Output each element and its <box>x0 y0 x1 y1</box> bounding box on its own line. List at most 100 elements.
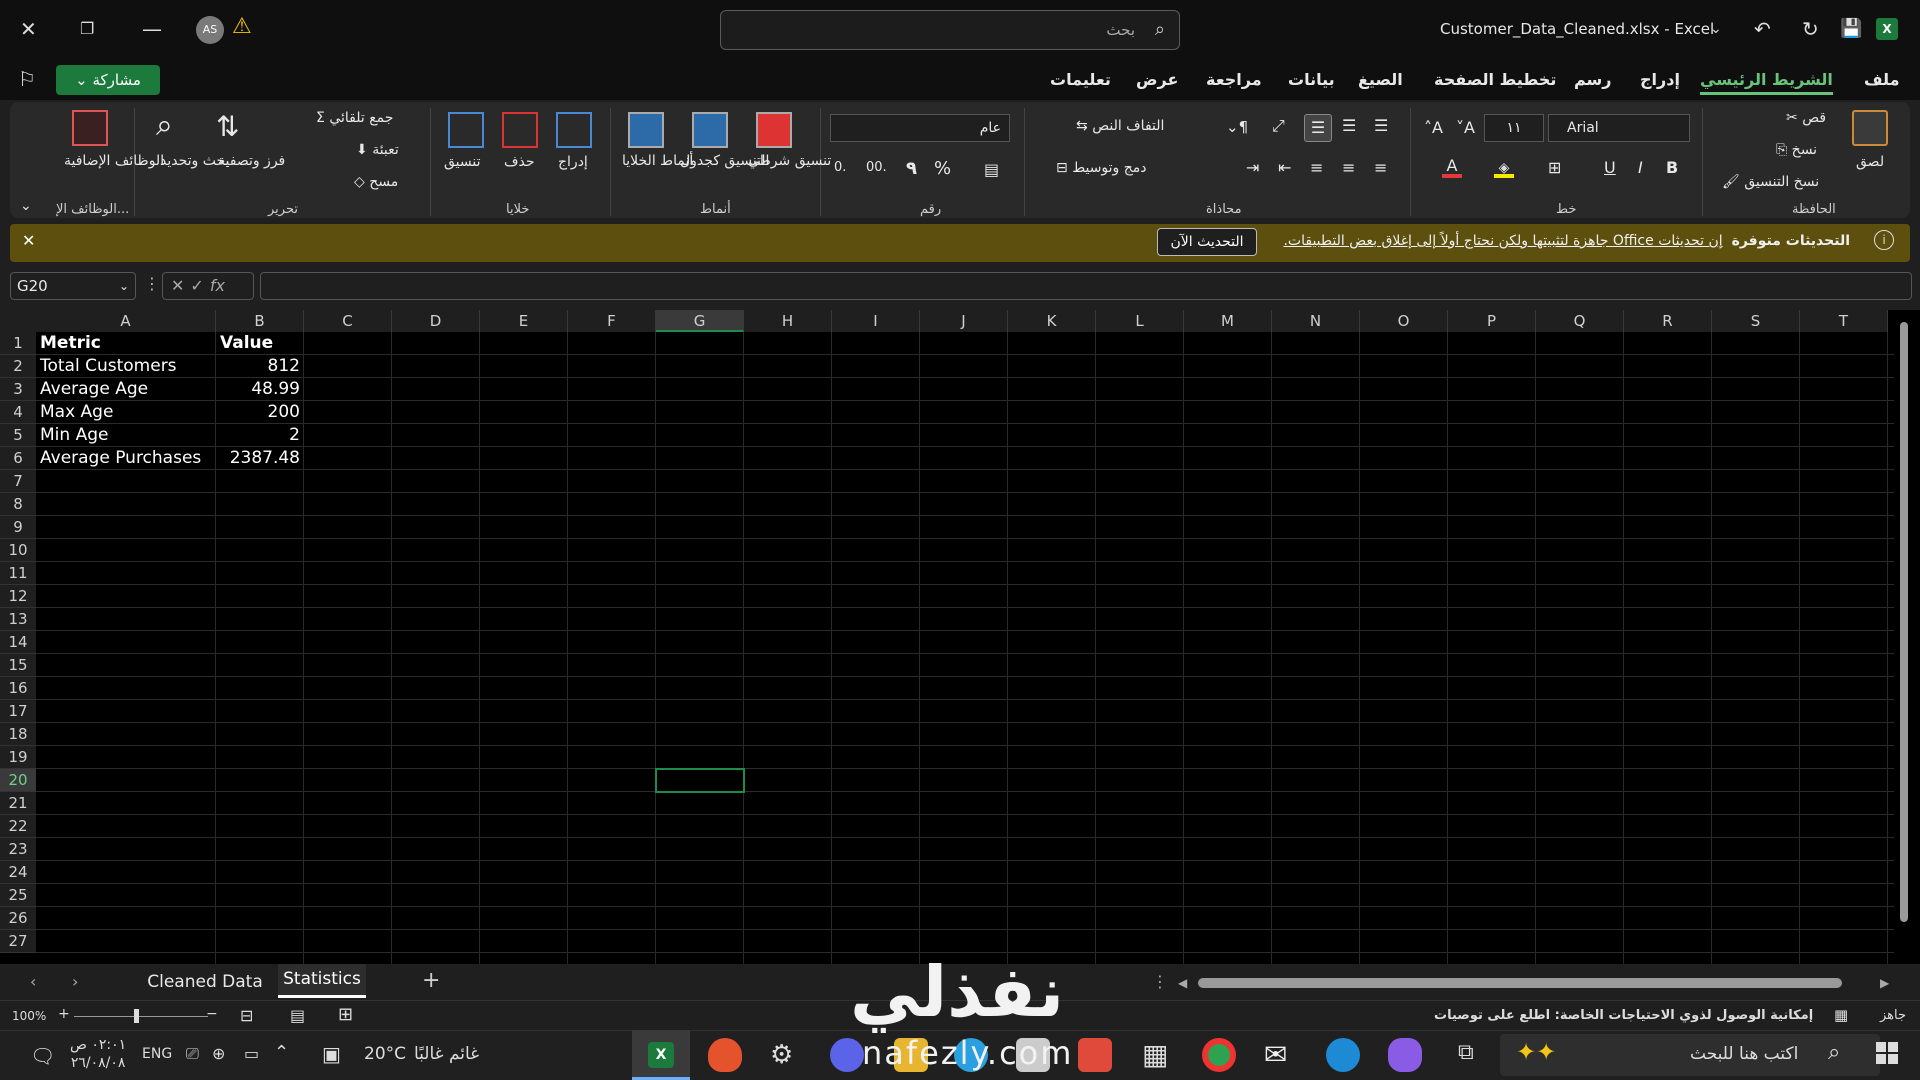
close-icon[interactable]: ✕ <box>20 16 37 42</box>
merge-center-button[interactable]: دمج وتوسيط ⊟ <box>1056 160 1147 176</box>
zoom-out-icon[interactable]: − <box>206 1006 218 1022</box>
chevron-down-icon[interactable]: ⌄ <box>1710 16 1722 42</box>
accounting-format-icon[interactable]: ▤ <box>984 160 999 179</box>
row-header[interactable]: 22 <box>0 815 36 838</box>
column-header[interactable]: P <box>1448 310 1536 332</box>
fill-button[interactable]: تعبئة ⬇ <box>356 142 399 158</box>
store-icon[interactable] <box>1078 1038 1112 1072</box>
text-direction-icon[interactable]: ¶⌄ <box>1226 118 1248 136</box>
align-top-icon[interactable]: ☰ <box>1374 116 1388 135</box>
addins-button[interactable]: الوظائف الإضافية <box>64 152 164 170</box>
align-bottom-icon[interactable]: ☰ <box>1304 114 1332 142</box>
row-header[interactable]: 5 <box>0 424 36 447</box>
row-header[interactable]: 8 <box>0 493 36 516</box>
row-header[interactable]: 16 <box>0 677 36 700</box>
edge-icon[interactable] <box>1326 1038 1360 1072</box>
name-box[interactable]: G20 ⌄ <box>10 272 136 300</box>
search-input[interactable]: ⌕ بحث <box>720 10 1180 50</box>
insert-cells-icon[interactable] <box>556 112 592 148</box>
selected-cell-g20[interactable] <box>655 768 745 793</box>
column-header[interactable]: B <box>216 310 304 332</box>
column-header[interactable]: C <box>304 310 392 332</box>
row-header[interactable]: 13 <box>0 608 36 631</box>
cell-b1[interactable]: Value <box>220 332 273 355</box>
column-header[interactable]: E <box>480 310 568 332</box>
align-center-icon[interactable]: ≡ <box>1342 158 1355 177</box>
column-header[interactable]: N <box>1272 310 1360 332</box>
column-header[interactable]: Q <box>1536 310 1624 332</box>
warning-icon[interactable]: ⚠ <box>232 14 252 39</box>
video-icon[interactable]: ⎚ <box>186 1044 199 1064</box>
align-left-icon[interactable]: ≡ <box>1310 158 1323 177</box>
cancel-icon[interactable]: ✕ <box>171 276 190 295</box>
row-header[interactable]: 10 <box>0 539 36 562</box>
redo-icon[interactable]: ↻ <box>1802 16 1819 42</box>
column-header[interactable]: R <box>1624 310 1712 332</box>
tab-review[interactable]: مراجعة <box>1206 70 1262 89</box>
column-header[interactable]: K <box>1008 310 1096 332</box>
sheet-tab-statistics[interactable]: Statistics <box>278 964 366 998</box>
row-header[interactable]: 3 <box>0 378 36 401</box>
row-header[interactable]: 20 <box>0 769 36 792</box>
cell-a4[interactable]: Max Age <box>40 401 113 424</box>
avatar[interactable]: AS <box>196 16 224 44</box>
weather-temp[interactable]: 20°C <box>364 1044 406 1064</box>
vertical-scrollbar[interactable] <box>1900 322 1908 922</box>
add-sheet-button[interactable]: + <box>422 968 440 993</box>
cell-b3[interactable]: 48.99 <box>216 378 300 401</box>
cell-a5[interactable]: Min Age <box>40 424 108 447</box>
cut-button[interactable]: قص ✂ <box>1786 110 1826 126</box>
tab-home[interactable]: الشريط الرئيسي <box>1700 70 1833 95</box>
underline-icon[interactable]: U <box>1604 158 1616 177</box>
more-options-icon[interactable]: ⋮ <box>144 274 160 293</box>
row-header[interactable]: 26 <box>0 907 36 930</box>
undo-icon[interactable]: ↶ <box>1754 16 1771 42</box>
row-header[interactable]: 24 <box>0 861 36 884</box>
clock[interactable]: ٠٢:٠١ ص ٢٦/٠٨/٠٨ <box>70 1036 126 1072</box>
collapse-ribbon-icon[interactable]: ⌄ <box>20 198 32 214</box>
cell-b2[interactable]: 812 <box>216 355 300 378</box>
battery-icon[interactable]: ▭ <box>244 1044 259 1063</box>
app-icon[interactable]: ⚙ <box>770 1040 793 1070</box>
column-header[interactable]: S <box>1712 310 1800 332</box>
column-header[interactable]: T <box>1800 310 1888 332</box>
cell-b4[interactable]: 200 <box>216 401 300 424</box>
format-as-table-button[interactable]: التنسيق كجدول <box>680 152 769 170</box>
formula-input[interactable] <box>260 272 1912 300</box>
row-header[interactable]: 15 <box>0 654 36 677</box>
column-header[interactable]: F <box>568 310 656 332</box>
wrap-text-button[interactable]: التفاف النص ⇆ <box>1076 118 1164 134</box>
decrease-decimal-icon[interactable]: .0 <box>834 160 846 175</box>
italic-icon[interactable]: I <box>1638 158 1643 177</box>
normal-view-icon[interactable]: ⊞ <box>338 1004 353 1025</box>
sort-filter-icon[interactable]: ⇅ <box>216 110 239 143</box>
column-header[interactable]: D <box>392 310 480 332</box>
zoom-thumb[interactable] <box>134 1009 139 1023</box>
format-cells-button[interactable]: تنسيق <box>444 154 481 170</box>
row-header[interactable]: 17 <box>0 700 36 723</box>
column-header[interactable]: I <box>832 310 920 332</box>
mail-icon[interactable]: ✉ <box>1264 1038 1287 1071</box>
chevron-up-icon[interactable]: ⌃ <box>274 1042 289 1063</box>
windows-start-icon[interactable] <box>1876 1042 1898 1064</box>
tab-view[interactable]: عرض <box>1136 70 1178 89</box>
column-header[interactable]: J <box>920 310 1008 332</box>
feedback-icon[interactable]: ⚐ <box>18 66 36 92</box>
fill-color-icon[interactable]: ◈ <box>1494 160 1514 178</box>
borders-icon[interactable]: ⊞ <box>1548 158 1561 177</box>
language-indicator[interactable]: ENG <box>142 1046 172 1062</box>
restore-icon[interactable]: ❐ <box>80 16 94 42</box>
accessibility-status[interactable]: إمكانية الوصول لذوي الاحتياجات الخاصة: ا… <box>1434 1008 1813 1023</box>
cell-a2[interactable]: Total Customers <box>40 355 177 378</box>
paste-button[interactable]: لصق <box>1856 154 1884 170</box>
delete-cells-icon[interactable] <box>502 112 538 148</box>
weather-icon[interactable]: ▣ <box>322 1042 341 1066</box>
tab-data[interactable]: بيانات <box>1288 70 1335 89</box>
scroll-right-icon[interactable]: › <box>72 972 78 991</box>
align-middle-icon[interactable]: ☰ <box>1342 116 1356 135</box>
zoom-level[interactable]: 100% <box>12 1009 46 1023</box>
tab-draw[interactable]: رسم <box>1574 70 1612 89</box>
find-select-button[interactable]: بحث وتحديد <box>160 152 229 170</box>
tab-file[interactable]: ملف <box>1864 70 1900 89</box>
page-layout-view-icon[interactable]: ▤ <box>290 1006 305 1025</box>
